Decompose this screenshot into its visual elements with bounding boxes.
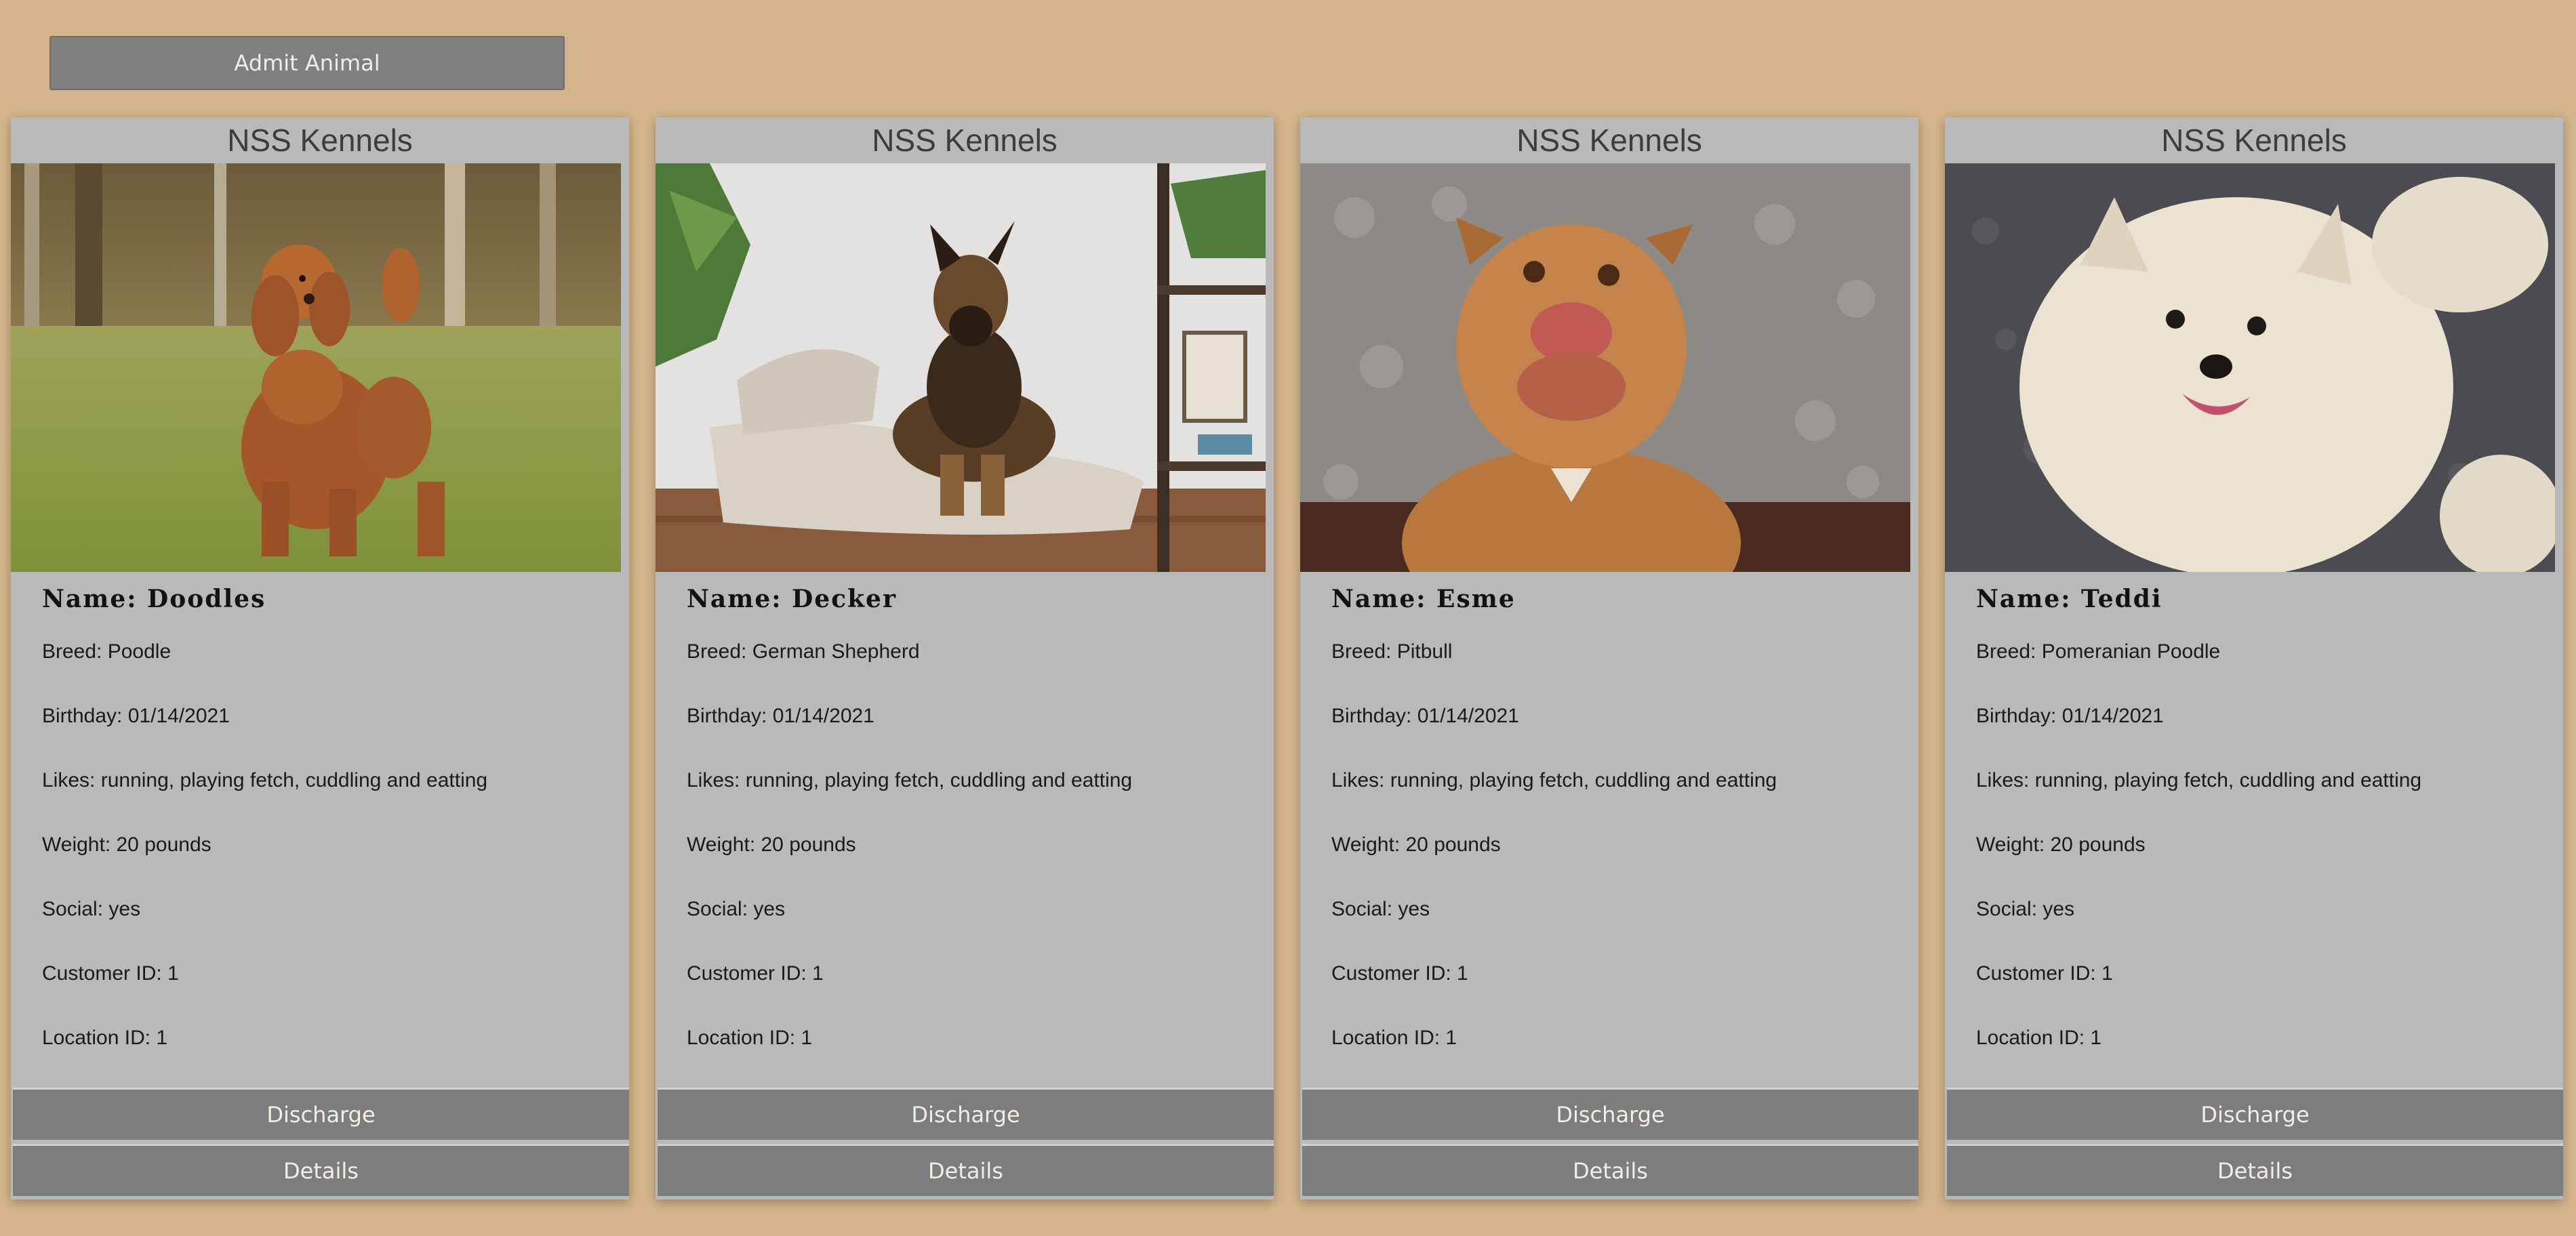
toolbar: Admit Animal	[49, 36, 565, 90]
birthday-text: Birthday: 01/14/2021	[1976, 705, 2164, 727]
customer-id-text: Customer ID: 1	[42, 962, 179, 985]
birthday-text: Birthday: 01/14/2021	[687, 705, 874, 727]
breed-text: Breed: Pomeranian Poodle	[1976, 640, 2221, 663]
details-button[interactable]: Details	[1302, 1144, 1918, 1196]
poodle-photo	[11, 163, 621, 572]
animal-info: Name: Esme Breed: Pitbull Birthday: 01/1…	[1331, 585, 1905, 1092]
location-id-text: Location ID: 1	[687, 1027, 813, 1049]
customer-id-text: Customer ID: 1	[687, 962, 824, 985]
kennel-card-list: NSS Kennels Name: Doodles Breed: Poodle …	[11, 117, 2565, 1201]
animal-photo	[1300, 163, 1910, 572]
animal-card-esme: NSS Kennels Name: Esme Breed: Pitbull Bi…	[1300, 117, 1918, 1199]
birthday-text: Birthday: 01/14/2021	[1331, 705, 1519, 727]
likes-text: Likes: running, playing fetch, cuddling …	[687, 769, 1133, 791]
animal-card-teddi: NSS Kennels Name: Teddi Breed: Pomerania…	[1945, 117, 2563, 1199]
breed-text: Breed: Pitbull	[1331, 640, 1453, 663]
discharge-button[interactable]: Discharge	[1302, 1088, 1918, 1140]
social-text: Social: yes	[1976, 898, 2075, 920]
pitbull-photo	[1300, 163, 1910, 572]
animal-photo	[656, 163, 1266, 572]
breed-text: Breed: Poodle	[42, 640, 172, 663]
discharge-button[interactable]: Discharge	[13, 1088, 629, 1140]
social-text: Social: yes	[687, 898, 786, 920]
animal-name: Name: Decker	[687, 585, 897, 613]
pomeranian-photo	[1945, 163, 2555, 572]
animal-name: Name: Teddi	[1976, 585, 2162, 613]
animal-name: Name: Esme	[1331, 585, 1516, 613]
location-id-text: Location ID: 1	[42, 1027, 168, 1049]
details-button[interactable]: Details	[658, 1144, 1274, 1196]
card-header: NSS Kennels	[227, 123, 413, 158]
card-header: NSS Kennels	[1516, 123, 1702, 158]
animal-info: Name: Teddi Breed: Pomeranian Poodle Bir…	[1976, 585, 2550, 1092]
birthday-text: Birthday: 01/14/2021	[42, 705, 230, 727]
social-text: Social: yes	[1331, 898, 1430, 920]
animal-info: Name: Decker Breed: German Shepherd Birt…	[687, 585, 1260, 1092]
animal-card-decker: NSS Kennels Name: Decker Breed: German S…	[656, 117, 1274, 1199]
animal-photo	[1945, 163, 2555, 572]
likes-text: Likes: running, playing fetch, cuddling …	[1331, 769, 1777, 791]
weight-text: Weight: 20 pounds	[1331, 833, 1501, 856]
likes-text: Likes: running, playing fetch, cuddling …	[1976, 769, 2422, 791]
customer-id-text: Customer ID: 1	[1976, 962, 2113, 985]
customer-id-text: Customer ID: 1	[1331, 962, 1468, 985]
weight-text: Weight: 20 pounds	[687, 833, 856, 856]
likes-text: Likes: running, playing fetch, cuddling …	[42, 769, 488, 791]
discharge-button[interactable]: Discharge	[1947, 1088, 2563, 1140]
german-shepherd-photo	[656, 163, 1266, 572]
details-button[interactable]: Details	[13, 1144, 629, 1196]
animal-photo	[11, 163, 621, 572]
details-button[interactable]: Details	[1947, 1144, 2563, 1196]
social-text: Social: yes	[42, 898, 141, 920]
animal-name: Name: Doodles	[42, 585, 266, 613]
admit-animal-button[interactable]: Admit Animal	[49, 36, 565, 90]
card-header: NSS Kennels	[2161, 123, 2347, 158]
breed-text: Breed: German Shepherd	[687, 640, 920, 663]
location-id-text: Location ID: 1	[1331, 1027, 1457, 1049]
discharge-button[interactable]: Discharge	[658, 1088, 1274, 1140]
weight-text: Weight: 20 pounds	[1976, 833, 2146, 856]
card-header: NSS Kennels	[872, 123, 1058, 158]
animal-info: Name: Doodles Breed: Poodle Birthday: 01…	[42, 585, 616, 1092]
location-id-text: Location ID: 1	[1976, 1027, 2102, 1049]
weight-text: Weight: 20 pounds	[42, 833, 212, 856]
animal-card-doodles: NSS Kennels Name: Doodles Breed: Poodle …	[11, 117, 629, 1199]
